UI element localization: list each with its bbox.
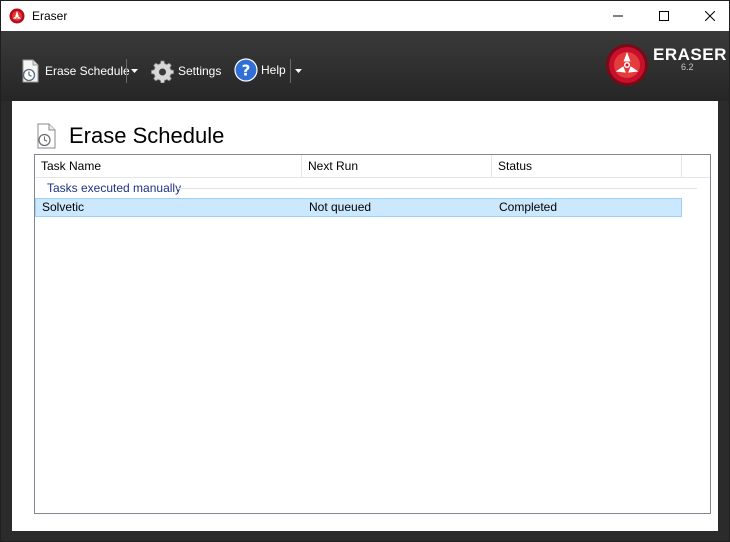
column-header-status[interactable]: Status xyxy=(492,155,682,177)
schedule-document-icon xyxy=(37,123,56,149)
title-bar[interactable]: Eraser xyxy=(1,1,729,31)
content-panel: Erase Schedule Task Name Next Run Status… xyxy=(12,101,718,531)
table-row[interactable]: Solvetic Not queued Completed xyxy=(35,198,682,217)
settings-button[interactable]: Settings xyxy=(151,59,221,83)
settings-label: Settings xyxy=(178,64,222,78)
toolbar: Erase Schedule Settings ? Help ERASER 6.… xyxy=(1,31,729,101)
question-circle-icon: ? xyxy=(234,58,258,82)
svg-text:?: ? xyxy=(242,62,251,80)
close-icon xyxy=(705,11,715,21)
close-button[interactable] xyxy=(687,1,729,31)
column-header-next-run[interactable]: Next Run xyxy=(302,155,492,177)
task-name-cell: Solvetic xyxy=(42,200,85,214)
minimize-icon xyxy=(613,15,623,17)
task-group-header[interactable]: Tasks executed manually xyxy=(35,178,710,198)
schedule-document-icon xyxy=(22,59,39,83)
erase-schedule-label: Erase Schedule xyxy=(45,64,130,78)
help-label: Help xyxy=(261,63,286,77)
page-title: Erase Schedule xyxy=(69,123,225,148)
task-list[interactable]: Task Name Next Run Status Tasks executed… xyxy=(34,154,711,514)
erase-schedule-button[interactable]: Erase Schedule xyxy=(18,59,130,83)
next-run-cell: Not queued xyxy=(309,200,372,214)
logo-version: 6.2 xyxy=(681,62,694,72)
maximize-button[interactable] xyxy=(641,1,687,31)
task-list-header: Task Name Next Run Status xyxy=(35,155,710,178)
window-title: Eraser xyxy=(32,9,68,23)
status-cell: Completed xyxy=(499,200,558,214)
app-window: Eraser Erase Schedule Settings ? Help ER… xyxy=(0,0,730,542)
group-divider xyxy=(177,188,697,189)
column-header-task-name[interactable]: Task Name xyxy=(35,155,302,177)
help-button[interactable]: ? Help xyxy=(234,58,286,82)
chevron-down-icon xyxy=(295,69,302,73)
gear-icon xyxy=(151,60,174,83)
minimize-button[interactable] xyxy=(595,1,641,31)
eraser-app-icon xyxy=(9,8,25,24)
chevron-down-icon xyxy=(131,69,138,73)
task-group-label: Tasks executed manually xyxy=(47,181,182,195)
help-dropdown[interactable] xyxy=(290,59,303,83)
maximize-icon xyxy=(659,11,669,21)
erase-schedule-dropdown[interactable] xyxy=(126,59,139,83)
eraser-logo-icon xyxy=(606,44,648,86)
